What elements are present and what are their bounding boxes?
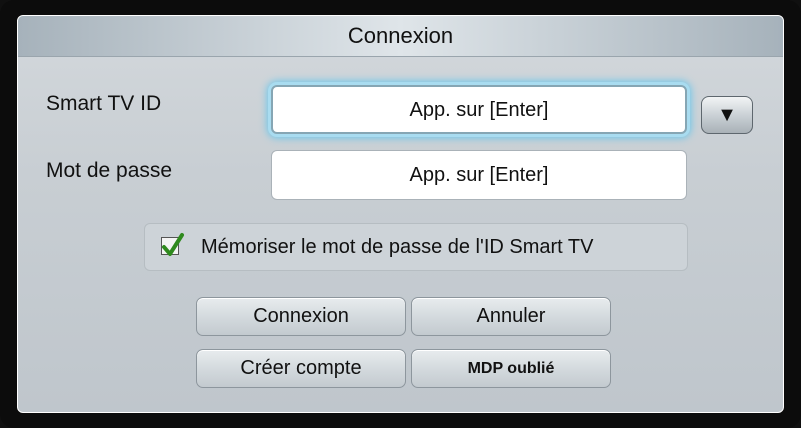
forgot-password-button[interactable]: MDP oublié bbox=[411, 349, 611, 388]
password-input[interactable]: App. sur [Enter] bbox=[271, 150, 687, 200]
dialog-title-bar: Connexion bbox=[18, 16, 783, 57]
remember-password-option[interactable]: Mémoriser le mot de passe de l'ID Smart … bbox=[144, 223, 688, 271]
smart-tv-id-input[interactable]: App. sur [Enter] bbox=[271, 85, 687, 134]
id-dropdown-button[interactable]: ▼ bbox=[701, 96, 753, 134]
remember-checkbox[interactable] bbox=[161, 233, 184, 256]
login-button[interactable]: Connexion bbox=[196, 297, 406, 336]
tv-screen-frame: Connexion Smart TV ID App. sur [Enter] ▼… bbox=[0, 0, 801, 428]
create-account-button[interactable]: Créer compte bbox=[196, 349, 406, 388]
triangle-down-icon: ▼ bbox=[717, 104, 737, 126]
remember-label: Mémoriser le mot de passe de l'ID Smart … bbox=[201, 236, 594, 258]
smart-tv-id-label: Smart TV ID bbox=[46, 92, 162, 115]
cancel-button[interactable]: Annuler bbox=[411, 297, 611, 336]
dialog-title: Connexion bbox=[347, 23, 454, 48]
password-label: Mot de passe bbox=[46, 159, 173, 182]
login-dialog: Connexion Smart TV ID App. sur [Enter] ▼… bbox=[17, 15, 784, 413]
checkmark-icon bbox=[162, 233, 184, 256]
